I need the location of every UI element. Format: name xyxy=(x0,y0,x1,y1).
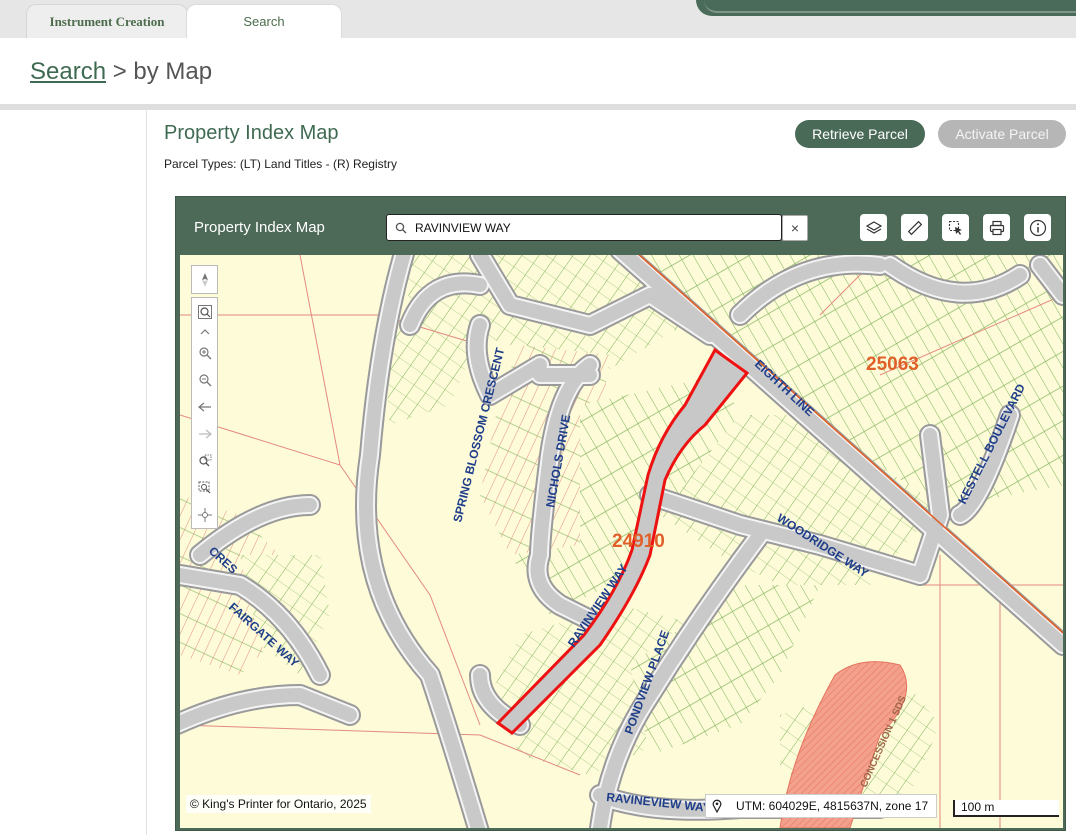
search-icon xyxy=(387,215,415,240)
breadcrumb-search-link[interactable]: Search xyxy=(30,58,106,85)
tab-bar: Instrument Creation Search xyxy=(0,0,1076,38)
map-copyright: © King's Printer for Ontario, 2025 xyxy=(186,795,371,813)
drag-zoom-icon[interactable] xyxy=(192,474,217,501)
left-sidebar xyxy=(0,110,147,835)
info-icon[interactable] xyxy=(1024,214,1051,241)
map-search-input[interactable] xyxy=(415,220,765,235)
print-icon[interactable] xyxy=(983,214,1010,241)
scale-bar: 100 m xyxy=(953,800,1059,817)
tab-instrument-creation[interactable]: Instrument Creation xyxy=(26,4,188,38)
activate-parcel-button[interactable]: Activate Parcel xyxy=(938,120,1066,148)
layers-icon[interactable] xyxy=(860,214,887,241)
map-title: Property Index Map xyxy=(194,219,325,236)
zoom-toolbar xyxy=(191,297,218,529)
measure-ruler-icon[interactable] xyxy=(901,214,928,241)
breadcrumb: Search > by Map xyxy=(4,38,1076,104)
map-search-box[interactable] xyxy=(386,214,782,241)
utm-text: UTM: 604029E, 4815637N, zone 17 xyxy=(736,799,929,813)
map-panel: Property Index Map × xyxy=(175,196,1066,831)
header-decoration xyxy=(696,0,1076,16)
next-extent-icon[interactable] xyxy=(192,420,217,447)
parcel-types-text: Parcel Types: (LT) Land Titles - (R) Reg… xyxy=(164,157,397,171)
zoom-in-icon[interactable] xyxy=(192,339,217,366)
previous-extent-icon[interactable] xyxy=(192,393,217,420)
location-pin-icon xyxy=(712,799,722,813)
breadcrumb-separator: > xyxy=(112,58,127,85)
zoom-out-icon[interactable] xyxy=(192,366,217,393)
select-parcel-icon[interactable] xyxy=(942,214,969,241)
collapse-chevron-icon[interactable] xyxy=(192,325,217,339)
zoom-to-extent-icon[interactable] xyxy=(192,298,217,325)
utm-readout: UTM: 604029E, 4815637N, zone 17 xyxy=(705,794,938,818)
clear-search-button[interactable]: × xyxy=(782,215,808,241)
compass-icon[interactable] xyxy=(192,266,217,293)
north-arrow-control[interactable] xyxy=(191,265,218,294)
zoom-box-icon[interactable] xyxy=(192,447,217,474)
block-label-24910: 24910 xyxy=(612,531,665,552)
header-divider xyxy=(0,104,1076,110)
map-drawing: 25063 24910 EIGHTH LINE KESTELL BOULEVAR… xyxy=(180,255,1063,828)
retrieve-parcel-button[interactable]: Retrieve Parcel xyxy=(795,120,925,148)
page-title: Property Index Map xyxy=(164,122,339,144)
tab-search[interactable]: Search xyxy=(186,4,342,38)
block-label-25063: 25063 xyxy=(866,354,919,375)
locate-center-icon[interactable] xyxy=(192,501,217,528)
breadcrumb-current: by Map xyxy=(133,58,213,85)
map-canvas[interactable]: 25063 24910 EIGHTH LINE KESTELL BOULEVAR… xyxy=(180,255,1063,828)
